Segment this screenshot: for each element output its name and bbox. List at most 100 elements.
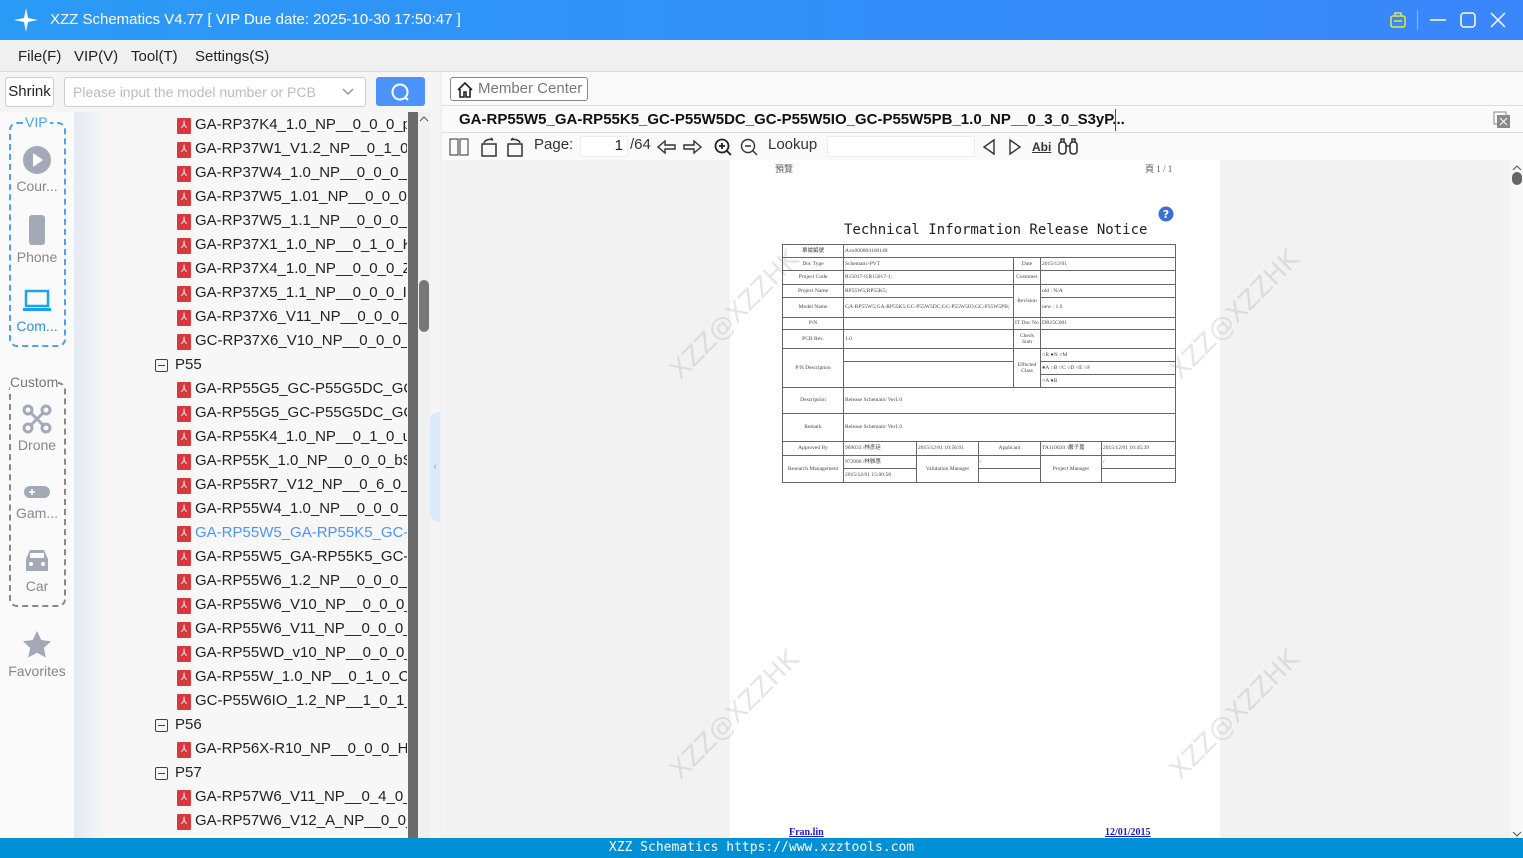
scrollbar-thumb[interactable] — [419, 280, 429, 332]
scrollbar-thumb[interactable] — [1512, 172, 1522, 185]
tree-file-item[interactable]: ⅄ GA-RP57W6_V11_NP__0_4_0_vF — [74, 787, 407, 809]
cell: 972006 /林雅惠 — [843, 455, 917, 469]
cell: PCB Rev. — [782, 329, 844, 349]
search-icon — [391, 83, 409, 101]
rotate-right-icon[interactable] — [505, 137, 525, 157]
tree-file-item[interactable]: ⅄ GA-RP55G5_GC-P55G5DC_GC-P — [74, 379, 407, 401]
cell: 2015/12/01 15:00:58 — [843, 468, 917, 483]
match-case-button[interactable]: Abi — [1032, 140, 1051, 154]
tree-file-item[interactable]: ⅄ GA-RP37W4_1.0_NP__0_0_0_tT2 — [74, 163, 407, 185]
zoom-out-icon[interactable] — [740, 138, 758, 156]
next-page-icon[interactable] — [682, 139, 702, 155]
member-center-label: Member Center — [478, 80, 583, 97]
tree-file-item[interactable]: ⅄ GA-RP37K4_1.0_NP__0_0_0_pm — [74, 115, 407, 137]
tree-file-item[interactable]: ⅄ GA-RP55W_1.0_NP__0_1_0_CcR — [74, 667, 407, 689]
tree-group[interactable]: P55 — [74, 355, 407, 377]
nav-label: Cour... — [16, 178, 58, 194]
tree-file-item[interactable]: ⅄ GA-RP55R7_V12_NP__0_6_0_oV — [74, 475, 407, 497]
tree-item-label: P56 — [175, 716, 202, 733]
tree-file-item[interactable]: ⅄ GA-RP56X-R10_NP__0_0_0_Hg6 — [74, 739, 407, 761]
tree-item-label: GA-RP55R7_V12_NP__0_6_0_oV — [195, 476, 407, 493]
maximize-icon[interactable] — [1459, 11, 1477, 29]
tree-scrollbar[interactable] — [418, 112, 430, 838]
minimize-icon[interactable] — [1429, 11, 1447, 29]
tree-file-item[interactable]: ⅄GC-P55W6IO_1.2_NP__1_0_1_LC — [74, 691, 407, 713]
tree-file-item[interactable]: ⅄GA-RP55W6_V10_NP__0_0_0_FA — [74, 595, 407, 617]
help-icon[interactable]: ? — [1158, 206, 1174, 222]
document-tab[interactable]: GA-RP55W5_GA-RP55K5_GC-P55W5DC_GC-P55W5I… — [459, 111, 1125, 128]
lookup-input[interactable] — [827, 136, 975, 157]
find-next-icon[interactable] — [1008, 138, 1022, 156]
rotate-left-icon[interactable] — [479, 137, 499, 157]
search-button[interactable] — [376, 77, 425, 106]
viewer-scrollbar[interactable] — [1511, 160, 1523, 838]
close-icon[interactable] — [1489, 11, 1507, 29]
zoom-in-icon[interactable] — [714, 138, 732, 156]
menu-vip[interactable]: VIP(V) — [74, 48, 118, 65]
tree-file-item[interactable]: ⅄ GA-RP37W5_1.01_NP__0_0_0_Z — [74, 187, 407, 209]
nav-phone[interactable]: Phone — [0, 214, 74, 265]
cell: Research Management — [782, 455, 844, 483]
tree-file-item[interactable]: ⅄GA-RP57W6_V12_A_NP__0_0_0_ — [74, 811, 407, 833]
tree-file-item[interactable]: ⅄ GA-RP37W1_V1.2_NP__0_1_0_Y — [74, 139, 407, 161]
tree-file-item[interactable]: ⅄GA-RP37X5_1.1_NP__0_0_0_IWX — [74, 283, 407, 305]
tree-item-label: GC-RP37X6_V10_NP__0_0_0_di7 — [195, 332, 407, 349]
cell — [843, 361, 1014, 388]
collapse-icon[interactable] — [155, 719, 168, 732]
nav-favorites[interactable]: Favorites — [0, 630, 74, 679]
cell: Release Schematic Ver1.0 — [842, 387, 1177, 414]
tree-file-item[interactable]: ⅄ GA-RP55G5_GC-P55G5DC_GC-P — [74, 403, 407, 425]
title-bar: XZZ Schematics V4.77 [ VIP Due date: 202… — [0, 0, 1523, 40]
member-center-button[interactable]: Member Center — [450, 77, 588, 101]
scroll-down-icon[interactable] — [1512, 830, 1522, 838]
cell: / — [978, 455, 1041, 469]
tree-file-item[interactable]: ⅄ GA-RP55K4_1.0_NP__0_1_0_u06 — [74, 427, 407, 449]
nav-courses[interactable]: Cour... — [0, 145, 74, 194]
page-number-input[interactable]: 1 — [580, 136, 628, 157]
nav-computer[interactable]: Com... — [0, 287, 74, 334]
two-page-view-icon[interactable] — [449, 138, 469, 156]
tree-group[interactable]: P56 — [74, 715, 407, 737]
cell: Schematic-PVT — [843, 257, 1014, 271]
search-input[interactable]: Please input the model number or PCB — [64, 77, 366, 107]
tree-file-item[interactable]: ⅄GA-RP37X6_V11_NP__0_0_0_WV — [74, 307, 407, 329]
close-tab-icon[interactable] — [1493, 111, 1511, 129]
pdf-file-icon: ⅄ — [177, 166, 191, 182]
tree-file-item[interactable]: ⅄ GA-RP55W4_1.0_NP__0_0_0_o7 — [74, 499, 407, 521]
collapse-panel-handle[interactable]: ‹ — [430, 412, 440, 522]
tree-file-item[interactable]: ⅄GA-RP37X1_1.0_NP__0_1_0_KTC — [74, 235, 407, 257]
cell: Model Name — [782, 297, 844, 318]
menu-settings[interactable]: Settings(S) — [195, 48, 269, 65]
previous-page-icon[interactable] — [657, 139, 677, 155]
nav-game[interactable]: Gam... — [0, 482, 74, 521]
collapse-icon[interactable] — [155, 767, 168, 780]
scroll-up-icon[interactable] — [419, 115, 429, 123]
menu-file[interactable]: File(F) — [18, 48, 61, 65]
briefcase-icon[interactable] — [1389, 11, 1407, 29]
binoculars-icon[interactable] — [1058, 137, 1078, 155]
nav-drone[interactable]: Drone — [0, 404, 74, 453]
drone-icon — [22, 404, 52, 434]
tree-file-item[interactable]: ⅄ GA-RP55WD_v10_NP__0_0_0_rN — [74, 643, 407, 665]
nav-car[interactable]: Car — [0, 547, 74, 594]
chevron-down-icon[interactable] — [341, 84, 355, 98]
tree-file-item[interactable]: ⅄ GA-RP37X4_1.0_NP__0_0_0_ZXc — [74, 259, 407, 281]
find-previous-icon[interactable] — [982, 138, 996, 156]
tree-file-item[interactable]: ⅄ GA-RP37W5_1.1_NP__0_0_0_90I — [74, 211, 407, 233]
tree-file-item[interactable]: ⅄ GA-RP55W5_GA-RP55K5_GC-P5 — [74, 523, 407, 545]
menu-tool[interactable]: Tool(T) — [131, 48, 178, 65]
tree-group[interactable]: P57 — [74, 763, 407, 785]
scroll-up-icon[interactable] — [1512, 164, 1522, 172]
tree-file-item[interactable]: ⅄ GA-RP55W6_V11_NP__0_0_0_sN — [74, 619, 407, 641]
tree-file-item[interactable]: ⅄GA-RP55K_1.0_NP__0_0_0_bS3C — [74, 451, 407, 473]
nav-label: Phone — [16, 249, 58, 265]
pdf-file-icon: ⅄ — [177, 574, 191, 590]
tree-file-item[interactable]: ⅄ GA-RP55W6_1.2_NP__0_0_0_OR — [74, 571, 407, 593]
shrink-button[interactable]: Shrink — [5, 77, 54, 107]
tree-file-item[interactable]: ⅄ GC-RP37X6_V10_NP__0_0_0_di7 — [74, 331, 407, 353]
cell: P/N — [782, 317, 844, 330]
tree-item-label: GA-RP37W4_1.0_NP__0_0_0_tT2 — [195, 164, 407, 181]
cell: ●A ○B ○C ○D ○E ○F — [1039, 361, 1177, 375]
collapse-icon[interactable] — [155, 359, 168, 372]
tree-file-item[interactable]: ⅄ GA-RP55W5_GA-RP55K5_GC-P5 — [74, 547, 407, 569]
